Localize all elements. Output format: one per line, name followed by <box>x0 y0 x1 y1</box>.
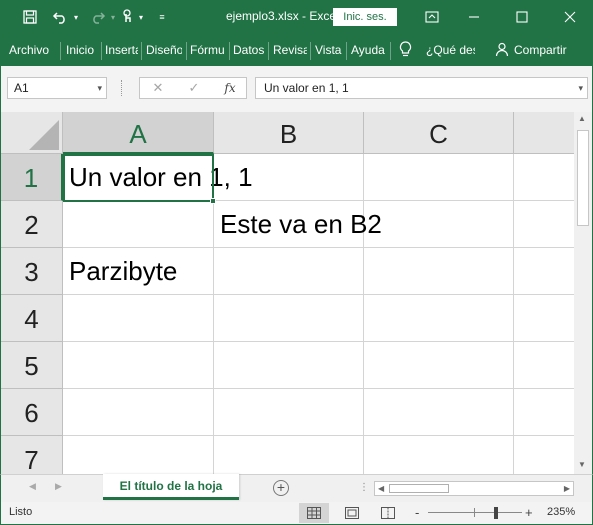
cell-b2[interactable]: Este va en B2 <box>220 209 382 240</box>
undo-icon[interactable] <box>48 0 72 34</box>
row-header-3[interactable]: 3 <box>1 248 63 295</box>
vertical-scroll-thumb[interactable] <box>577 130 589 226</box>
scroll-left-icon[interactable]: ◀ <box>378 482 384 495</box>
save-icon[interactable] <box>18 0 42 34</box>
sheet-tab-bar: ◀ ▶ El título de la hoja + ⋮ ◀ ▶ <box>0 474 593 502</box>
next-sheet-icon[interactable]: ▶ <box>55 481 62 492</box>
formula-bar-area: A1 ▾ ✕ ✓ fx Un valor en 1, 1 ▾ <box>0 66 593 112</box>
zoom-in-button[interactable]: + <box>525 505 533 520</box>
page-layout-view-icon[interactable] <box>337 503 367 523</box>
zoom-slider[interactable] <box>428 508 522 517</box>
title-bar: ▾ ▾ ▾ ≡ ejemplo3.xlsx - Excel Inic. ses. <box>0 0 593 34</box>
row-header-5[interactable]: 5 <box>1 342 63 389</box>
page-break-view-icon[interactable] <box>373 503 403 523</box>
cell-a3[interactable]: Parzibyte <box>69 256 177 287</box>
customize-qat-icon[interactable]: ≡ <box>154 0 170 34</box>
formula-buttons: ✕ ✓ fx <box>139 77 247 99</box>
zoom-out-button[interactable]: - <box>415 505 419 520</box>
column-header-c[interactable]: C <box>364 112 514 154</box>
scroll-down-icon[interactable]: ▼ <box>578 460 586 469</box>
touch-mode-icon[interactable] <box>116 0 138 34</box>
undo-dropdown-icon[interactable]: ▾ <box>71 0 81 34</box>
vertical-scrollbar[interactable]: ▲ ▼ <box>574 112 593 474</box>
tab-vista[interactable]: Vista <box>315 43 343 57</box>
sheet-tab-active[interactable]: El título de la hoja <box>103 474 239 500</box>
tab-diseno[interactable]: Diseño <box>146 43 182 57</box>
insert-function-icon[interactable]: fx <box>218 78 242 98</box>
select-all-button[interactable] <box>1 112 63 154</box>
tab-formulas[interactable]: Fórmulas <box>190 43 225 57</box>
scroll-right-icon[interactable]: ▶ <box>564 482 570 495</box>
tab-ayuda[interactable]: Ayuda <box>351 43 387 57</box>
row-header-1[interactable]: 1 <box>1 154 63 201</box>
row-header-2[interactable]: 2 <box>1 201 63 248</box>
new-sheet-icon[interactable]: + <box>273 480 289 496</box>
horizontal-scrollbar[interactable]: ◀ ▶ <box>374 481 574 496</box>
expand-formula-bar-icon[interactable]: ▾ <box>578 78 583 98</box>
tab-archivo[interactable]: Archivo <box>9 43 53 57</box>
grid-line <box>63 341 574 342</box>
share-icon[interactable] <box>495 42 509 60</box>
status-bar: Listo - + 235% <box>0 502 593 525</box>
tab-split-icon[interactable]: ⋮ <box>359 482 369 493</box>
name-box-value: A1 <box>14 81 29 95</box>
scroll-up-icon[interactable]: ▲ <box>578 114 586 123</box>
active-cell-border <box>63 154 214 202</box>
row-header-6[interactable]: 6 <box>1 389 63 436</box>
close-icon[interactable] <box>558 0 582 34</box>
sign-in-button[interactable]: Inic. ses. <box>333 8 397 26</box>
grid-line <box>63 247 574 248</box>
column-header-d[interactable] <box>514 112 574 154</box>
touch-dropdown-icon[interactable]: ▾ <box>136 0 146 34</box>
name-box[interactable]: A1 ▾ <box>7 77 107 99</box>
fill-handle[interactable] <box>210 198 216 204</box>
zoom-midpoint-tick <box>474 508 475 517</box>
worksheet-grid[interactable]: A B C 1 2 3 4 5 6 7 Un valor en 1, 1 Est… <box>0 112 574 474</box>
zoom-level[interactable]: 235% <box>547 506 575 518</box>
formula-bar-grip[interactable] <box>121 80 124 96</box>
row-header-4[interactable]: 4 <box>1 295 63 342</box>
window-title: ejemplo3.xlsx - Excel <box>226 9 339 23</box>
column-header-a[interactable]: A <box>63 112 214 154</box>
maximize-icon[interactable] <box>510 0 534 34</box>
formula-input[interactable]: Un valor en 1, 1 ▾ <box>255 77 588 99</box>
share-button[interactable]: Compartir <box>514 43 574 57</box>
lightbulb-icon[interactable] <box>399 41 412 61</box>
formula-content: Un valor en 1, 1 <box>264 81 349 95</box>
normal-view-icon[interactable] <box>299 503 329 523</box>
grid-line <box>63 388 574 389</box>
tab-inicio[interactable]: Inicio <box>66 43 98 57</box>
name-box-dropdown-icon[interactable]: ▾ <box>97 78 102 98</box>
prev-sheet-icon[interactable]: ◀ <box>29 481 36 492</box>
grid-line <box>63 435 574 436</box>
zoom-slider-thumb[interactable] <box>494 507 498 519</box>
tell-me-search[interactable]: ¿Qué desea hacer? <box>426 43 475 57</box>
grid-line <box>363 154 364 474</box>
grid-line <box>63 294 574 295</box>
row-header-7[interactable]: 7 <box>1 436 63 474</box>
minimize-icon[interactable] <box>462 0 486 34</box>
tab-datos[interactable]: Datos <box>233 43 265 57</box>
ribbon-display-options-icon[interactable] <box>420 0 444 34</box>
ribbon-tabs: Archivo Inicio Insertar Diseño Fórmulas … <box>0 34 593 66</box>
redo-icon[interactable] <box>86 0 110 34</box>
grid-line <box>513 154 514 474</box>
tab-insertar[interactable]: Insertar <box>105 43 138 57</box>
enter-icon[interactable]: ✓ <box>182 78 206 98</box>
column-header-b[interactable]: B <box>214 112 364 154</box>
cancel-icon[interactable]: ✕ <box>146 78 170 98</box>
tab-revisar[interactable]: Revisar <box>273 43 307 57</box>
status-text: Listo <box>9 506 33 518</box>
horizontal-scroll-thumb[interactable] <box>389 484 449 493</box>
